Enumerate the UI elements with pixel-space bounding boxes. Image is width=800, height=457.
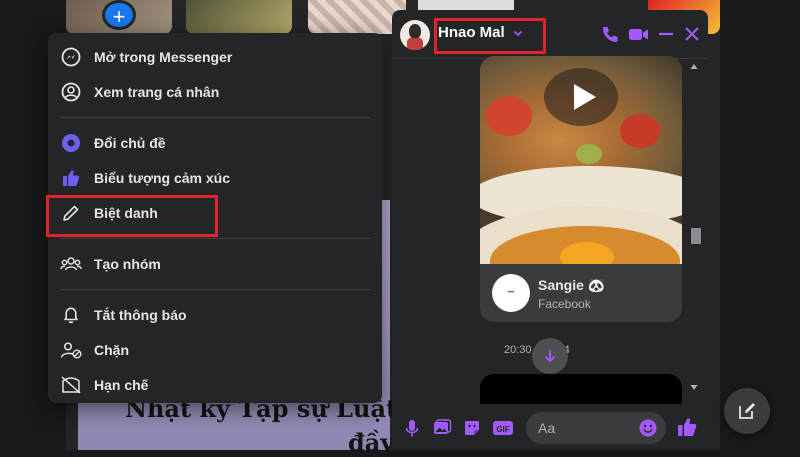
thumbs-up-icon[interactable] bbox=[676, 416, 697, 436]
menu-item-restrict[interactable]: Hạn chế bbox=[60, 369, 370, 401]
menu-item-view-profile[interactable]: Xem trang cá nhân bbox=[60, 76, 370, 108]
play-icon[interactable] bbox=[544, 68, 618, 126]
shared-link-card[interactable]: ••• Sangie 🐼 Facebook bbox=[480, 264, 682, 322]
avatar: ••• bbox=[492, 274, 530, 312]
menu-item-label: Đổi chủ đề bbox=[94, 135, 166, 151]
video-call-icon[interactable] bbox=[628, 24, 648, 44]
menu-item-label: Tạo nhóm bbox=[94, 256, 161, 272]
block-user-icon bbox=[60, 339, 82, 361]
scroll-to-bottom-button[interactable] bbox=[532, 338, 568, 374]
menu-item-emoji[interactable]: Biểu tượng cảm xúc bbox=[60, 162, 370, 194]
menu-item-block[interactable]: Chặn bbox=[60, 334, 370, 366]
menu-divider bbox=[60, 238, 370, 239]
microphone-icon[interactable] bbox=[402, 418, 422, 438]
arrow-down-icon bbox=[544, 350, 556, 363]
message-input[interactable]: Aa bbox=[526, 412, 666, 444]
menu-item-label: Hạn chế bbox=[94, 377, 149, 393]
menu-item-mute[interactable]: Tắt thông báo bbox=[60, 299, 370, 331]
video-message[interactable] bbox=[480, 56, 682, 264]
group-icon bbox=[60, 253, 82, 275]
menu-item-label: Chặn bbox=[94, 342, 129, 358]
message-bubble[interactable] bbox=[480, 374, 682, 404]
scrollbar-thumb[interactable] bbox=[691, 228, 701, 244]
highlight-annotation bbox=[434, 18, 546, 54]
restrict-icon bbox=[60, 374, 82, 396]
messenger-icon bbox=[60, 46, 82, 68]
menu-item-label: Tắt thông báo bbox=[94, 307, 187, 323]
menu-item-create-group[interactable]: Tạo nhóm bbox=[60, 248, 370, 280]
shared-post-source: Facebook bbox=[538, 297, 591, 311]
food-detail bbox=[576, 144, 602, 164]
food-detail bbox=[620, 114, 660, 148]
minimize-icon[interactable] bbox=[656, 24, 676, 44]
menu-item-label: Biểu tượng cảm xúc bbox=[94, 170, 231, 186]
new-message-button[interactable] bbox=[724, 388, 770, 434]
image-icon[interactable] bbox=[432, 418, 452, 438]
menu-divider bbox=[60, 117, 370, 118]
menu-item-change-theme[interactable]: Đổi chủ đề bbox=[60, 127, 370, 159]
message-composer: GIF Aa bbox=[392, 406, 708, 450]
theme-icon bbox=[60, 132, 82, 154]
gif-icon[interactable]: GIF bbox=[492, 418, 513, 438]
like-icon bbox=[60, 167, 82, 189]
menu-divider bbox=[60, 289, 370, 290]
bell-icon bbox=[60, 304, 82, 326]
message-input-placeholder: Aa bbox=[538, 420, 556, 436]
phone-icon[interactable] bbox=[600, 24, 620, 44]
menu-item-open-messenger[interactable]: Mở trong Messenger bbox=[60, 41, 370, 73]
right-rail bbox=[720, 0, 800, 450]
scrollbar[interactable] bbox=[688, 62, 700, 392]
emoji-icon[interactable] bbox=[638, 418, 658, 443]
compose-icon bbox=[739, 403, 755, 419]
food-detail bbox=[486, 96, 532, 136]
sticker-icon[interactable] bbox=[462, 418, 482, 438]
conversation-options-menu: Mở trong Messenger Xem trang cá nhân Đổi… bbox=[46, 33, 382, 403]
chat-header: Hnao Mal bbox=[392, 10, 708, 59]
close-icon[interactable] bbox=[682, 24, 702, 44]
chat-window: Hnao Mal ••• Sangie 🐼 Facebook 20:30 GIF… bbox=[392, 10, 708, 450]
menu-item-label: Mở trong Messenger bbox=[94, 49, 233, 65]
profile-icon bbox=[60, 81, 82, 103]
timestamp-time: 20:30 bbox=[504, 344, 532, 356]
svg-text:GIF: GIF bbox=[496, 425, 509, 434]
avatar[interactable] bbox=[400, 20, 430, 50]
shared-post-name: Sangie 🐼 bbox=[538, 277, 606, 293]
story-thumbnail[interactable] bbox=[186, 0, 292, 34]
menu-item-label: Xem trang cá nhân bbox=[94, 84, 220, 100]
egg bbox=[560, 242, 614, 264]
highlight-annotation bbox=[46, 195, 218, 237]
create-story-button[interactable]: + bbox=[102, 0, 136, 30]
post-title-continuation: đầy bbox=[348, 428, 395, 457]
